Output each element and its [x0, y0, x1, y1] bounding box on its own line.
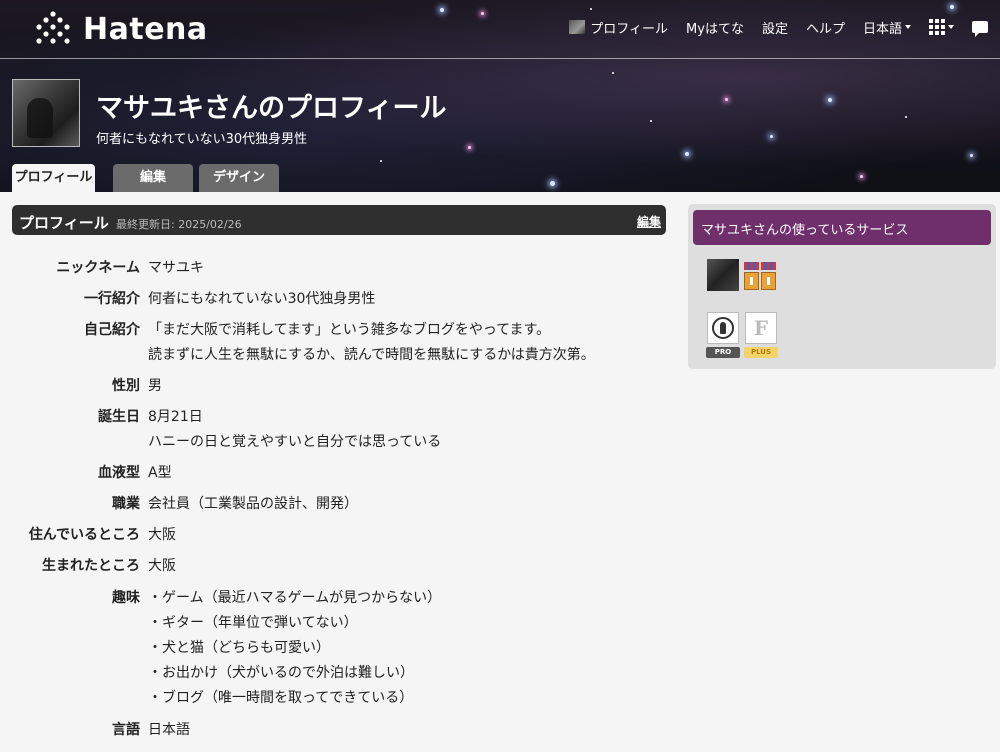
row-label: 自己紹介	[84, 322, 140, 338]
hatena-logo[interactable]: Hatena	[33, 9, 208, 49]
row-value-line: ・犬と猫（どちらも可愛い）	[148, 640, 330, 656]
top-navigation-bar: Hatena プロフィール Myはてな 設定 ヘルプ 日本語	[0, 0, 1000, 59]
profile-section-header: プロフィール 最終更新日: 2025/02/26 編集	[12, 205, 666, 235]
nav-my-hatena-link[interactable]: Myはてな	[686, 18, 744, 37]
pen-nib-icon	[712, 317, 734, 339]
tab-profile[interactable]: プロフィール	[12, 164, 95, 192]
row-value-line: 大阪	[148, 527, 176, 543]
row-value-line: 「まだ大阪で消耗してます」という雑多なブログをやってます。	[148, 322, 551, 338]
header-nav: プロフィール Myはてな 設定 ヘルプ 日本語	[569, 16, 1000, 38]
star-decoration	[970, 154, 973, 157]
star-decoration	[468, 146, 471, 149]
services-sidebar-header: マサユキさんの使っているサービス	[693, 210, 991, 245]
star-decoration	[380, 160, 382, 162]
tab-edit[interactable]: 編集	[113, 164, 193, 192]
user-avatar-icon	[569, 20, 586, 34]
tab-design[interactable]: デザイン	[199, 164, 279, 192]
chevron-down-icon	[905, 25, 911, 29]
row-value: 会社員（工業製品の設計、開発）	[148, 493, 358, 518]
star-decoration	[685, 152, 689, 156]
row-value-line: ・お出かけ（犬がいるので外泊は難しい）	[148, 665, 414, 681]
row-label: 趣味	[112, 590, 140, 606]
fotolife-plus-icon[interactable]: F	[745, 312, 777, 344]
row-label: 性別	[112, 378, 140, 394]
row-value: 何者にもなれていない30代独身男性	[148, 288, 375, 313]
row-value-line: 読まずに人生を無駄にするか、読んで時間を無駄にするかは貴方次第。	[148, 347, 595, 363]
star-decoration	[860, 175, 863, 178]
page-subtitle: 何者にもなれていない30代独身男性	[96, 132, 308, 147]
nav-profile-label: プロフィール	[590, 21, 669, 37]
row-value: 大阪	[148, 524, 176, 549]
row-value: A型	[148, 462, 172, 487]
row-value-line: A型	[148, 465, 172, 481]
star-decoration	[725, 98, 728, 101]
edit-link[interactable]: 編集	[637, 213, 661, 230]
chevron-down-icon	[948, 25, 954, 29]
services-sidebar: マサユキさんの使っているサービス PRO F PLUS	[688, 204, 996, 369]
row-value-line: 会社員（工業製品の設計、開発）	[148, 496, 358, 512]
row-value-line: 何者にもなれていない30代独身男性	[148, 291, 376, 307]
apps-menu-button[interactable]	[929, 19, 954, 35]
star-decoration	[770, 135, 773, 138]
row-label: ニックネーム	[56, 260, 140, 276]
apps-grid-icon	[929, 19, 945, 35]
row-value-line: ・ギター（年単位で弾いてない）	[148, 615, 358, 631]
nav-settings-link[interactable]: 設定	[762, 18, 788, 37]
row-label: 住んでいるところ	[28, 527, 140, 543]
row-label: 血液型	[98, 465, 140, 481]
page-title: マサユキさんのプロフィール	[96, 93, 447, 124]
nav-profile-link[interactable]: プロフィール	[569, 18, 668, 37]
row-label: 生まれたところ	[42, 558, 140, 574]
row-value-line: 8月21日	[148, 409, 203, 425]
notifications-button[interactable]	[972, 21, 1000, 37]
row-value-line: 大阪	[148, 558, 176, 574]
row-value: 日本語	[148, 719, 190, 744]
chat-bubble-icon	[972, 21, 988, 37]
profile-avatar[interactable]	[12, 79, 80, 147]
row-value: 8月21日 ハニーの日と覚えやすいと自分では思っている	[148, 406, 441, 456]
row-value: マサユキ	[148, 257, 204, 282]
letter-f-icon: F	[753, 316, 769, 340]
blog-service-icon[interactable]	[707, 259, 739, 291]
nav-help-link[interactable]: ヘルプ	[806, 18, 845, 37]
row-label: 一行紹介	[84, 291, 140, 307]
nav-settings-label: 設定	[761, 21, 788, 37]
services-sidebar-title: マサユキさんの使っているサービス	[701, 223, 909, 238]
medal-icon[interactable]	[761, 262, 776, 290]
header-banner: Hatena プロフィール Myはてな 設定 ヘルプ 日本語 マサユキさんのプロ…	[0, 0, 1000, 192]
hatena-blog-pro-icon[interactable]	[707, 312, 739, 344]
row-value: 男	[148, 375, 162, 400]
row-value: ・ゲーム（最近ハマるゲームが見つからない） ・ギター（年単位で弾いてない） ・犬…	[148, 587, 441, 712]
row-label: 職業	[112, 496, 140, 512]
row-label: 言語	[112, 722, 140, 738]
pro-badge: PRO	[706, 347, 740, 358]
row-value-line: ・ゲーム（最近ハマるゲームが見つからない）	[148, 590, 442, 606]
row-value: 大阪	[148, 555, 176, 580]
logo-text: Hatena	[83, 11, 208, 47]
language-label: 日本語	[862, 21, 902, 37]
medal-icon[interactable]	[744, 262, 759, 290]
nav-help-label: ヘルプ	[805, 21, 845, 37]
language-dropdown[interactable]: 日本語	[863, 18, 911, 37]
plus-badge: PLUS	[744, 347, 778, 358]
star-decoration	[905, 116, 907, 118]
row-value-line: ハニーの日と覚えやすいと自分では思っている	[148, 434, 442, 450]
star-decoration	[550, 181, 555, 186]
profile-tabs: プロフィール 編集 デザイン	[12, 164, 285, 192]
row-value-line: 日本語	[148, 722, 190, 738]
star-decoration	[650, 120, 652, 122]
row-value-line: ・ブログ（唯一時間を取ってできている）	[148, 690, 414, 706]
nav-my-hatena-label: Myはてな	[686, 21, 744, 37]
row-value-line: マサユキ	[148, 260, 204, 276]
last-updated-text: 最終更新日: 2025/02/26	[116, 218, 242, 231]
star-decoration	[612, 72, 614, 74]
row-label: 誕生日	[98, 409, 140, 425]
section-title: プロフィール	[19, 214, 109, 232]
row-value: 「まだ大阪で消耗してます」という雑多なブログをやってます。 読まずに人生を無駄に…	[148, 319, 595, 369]
row-value-line: 男	[148, 378, 162, 394]
star-decoration	[828, 98, 832, 102]
hatena-logo-icon	[36, 11, 70, 44]
